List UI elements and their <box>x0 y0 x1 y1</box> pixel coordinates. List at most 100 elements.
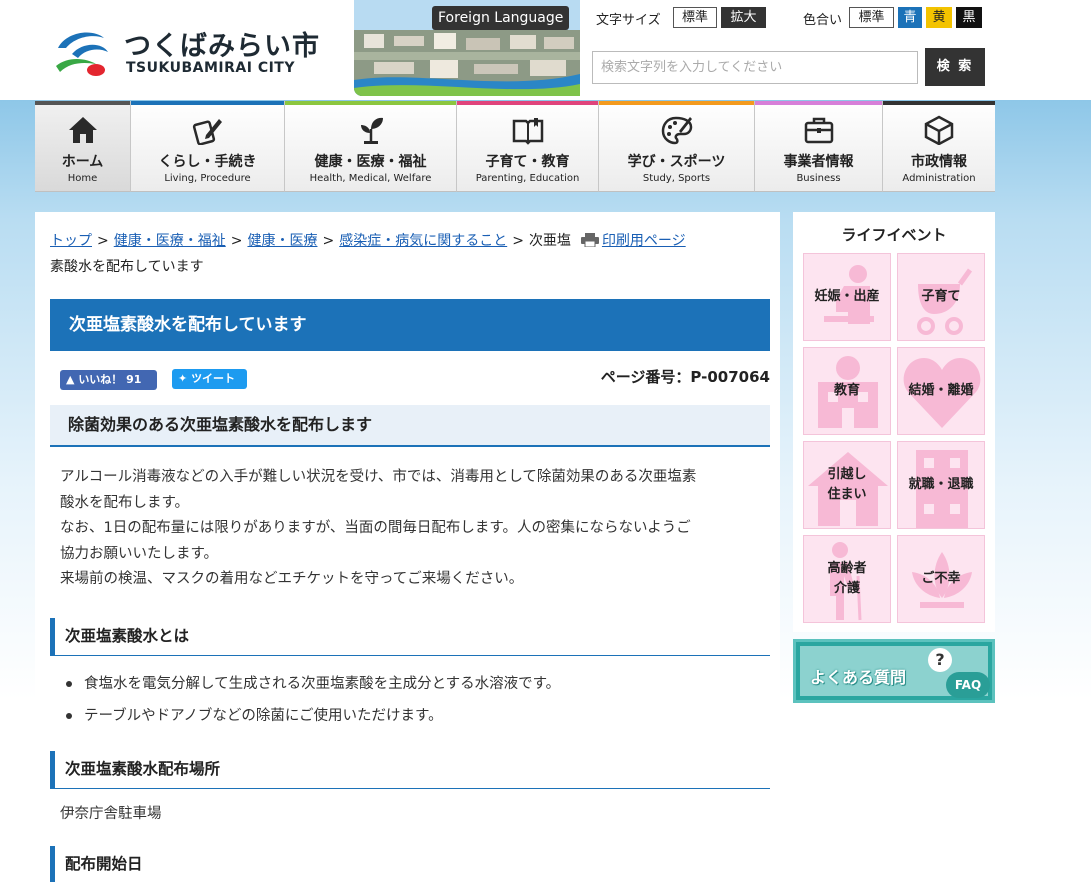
nav-home[interactable]: ホーム Home <box>35 101 131 192</box>
nav-color-bar <box>883 101 995 105</box>
page-title: 次亜塩素酸水を配布しています <box>50 299 770 351</box>
search-input[interactable]: 検索文字列を入力してください <box>592 51 918 84</box>
nav-label-en: Study, Sports <box>642 173 711 184</box>
like-label: いいね！ 91 <box>78 373 142 386</box>
color-standard-button[interactable]: 標準 <box>849 7 894 28</box>
breadcrumb-link-medical[interactable]: 健康・医療 <box>247 233 317 249</box>
paragraph-line: なお、1日の配布量には限りがありますが、当面の間毎日配布します。人の密集にならな… <box>60 520 691 536</box>
breadcrumb-link-infection[interactable]: 感染症・病気に関すること <box>339 233 507 249</box>
nav-color-bar <box>457 101 598 105</box>
breadcrumb-link-health[interactable]: 健康・医療・福祉 <box>114 233 226 249</box>
distribution-place: 伊奈庁舎駐車場 <box>60 806 162 822</box>
nav-study-sports[interactable]: 学び・スポーツ Study, Sports <box>599 101 755 192</box>
intro-paragraph: アルコール消毒液などの入手が難しい状況を受け、市では、消毒用として除菌効果のある… <box>60 465 775 593</box>
site-header: つくばみらい市 TSUKUBAMIRAI CITY Foreign Langua… <box>0 0 1091 100</box>
life-event-label: 就職・退職 <box>908 477 974 492</box>
life-event-marriage[interactable]: 結婚・離婚 <box>897 347 985 435</box>
twitter-bird-icon: ✦ <box>178 372 188 385</box>
page-number: ページ番号：P-007064 <box>600 368 770 386</box>
color-scheme-label: 色合い <box>803 13 843 28</box>
paragraph-line: アルコール消毒液などの入手が難しい状況を受け、市では、消毒用として除菌効果のある… <box>60 469 697 485</box>
life-event-bereavement[interactable]: ご不幸 <box>897 535 985 623</box>
life-event-pregnancy[interactable]: 妊娠・出産 <box>803 253 891 341</box>
briefcase-icon <box>804 117 833 144</box>
breadcrumb-separator: > <box>512 233 524 249</box>
paragraph-line: 来場前の検温、マスクの着用などエチケットを守ってご来場ください。 <box>60 571 524 587</box>
life-events-sidebar: ライフイベント 妊娠・出産 子育て 教育 結婚・離婚 引越し 住まい 就職・退職… <box>793 212 995 632</box>
thumbs-up-icon: ▲ <box>66 373 75 386</box>
nav-label-jp: 市政情報 <box>911 154 967 170</box>
life-event-label: ご不幸 <box>921 571 961 586</box>
tweet-label: ツイート <box>191 372 236 385</box>
nav-color-bar <box>285 101 456 105</box>
nav-label-en: Health, Medical, Welfare <box>309 173 432 184</box>
list-item: テーブルやドアノブなどの除菌にご使用いただけます。 <box>60 701 770 733</box>
life-event-moving[interactable]: 引越し 住まい <box>803 441 891 529</box>
nav-business[interactable]: 事業者情報 Business <box>755 101 883 192</box>
faq-banner-inner: よくある質問 ? FAQ <box>800 646 990 698</box>
life-event-employment[interactable]: 就職・退職 <box>897 441 985 529</box>
life-event-education[interactable]: 教育 <box>803 347 891 435</box>
section-heading-what: 次亜塩素酸水とは <box>50 618 770 656</box>
nav-color-bar <box>131 101 284 105</box>
nav-administration[interactable]: 市政情報 Administration <box>883 101 995 192</box>
life-event-label: 引越し 住まい <box>827 467 867 502</box>
city-logo-mark-icon <box>56 32 108 76</box>
breadcrumb-separator: > <box>230 233 243 249</box>
section-heading-start-date: 配布開始日 <box>50 846 770 882</box>
logo-text-en: TSUKUBAMIRAI CITY <box>126 60 295 76</box>
facebook-like-button[interactable]: ▲ いいね！ 91 <box>60 370 157 390</box>
color-yellow-button[interactable]: 黄 <box>926 7 952 28</box>
nav-living-procedure[interactable]: くらし・手続き Living, Procedure <box>131 101 285 192</box>
nav-label-en: Living, Procedure <box>164 173 251 184</box>
life-event-childcare[interactable]: 子育て <box>897 253 985 341</box>
tweet-button[interactable]: ✦ ツイート <box>172 369 247 389</box>
cube-icon <box>924 115 954 145</box>
nav-label-jp: くらし・手続き <box>158 154 257 170</box>
global-nav: ホーム Home くらし・手続き Living, Procedure 健康・医療… <box>35 101 995 192</box>
life-event-label: 子育て <box>921 289 961 304</box>
breadcrumb-separator: > <box>97 233 109 249</box>
list-item: 食塩水を電気分解して生成される次亜塩素酸を主成分とする水溶液です。 <box>60 669 770 701</box>
foreign-language-button[interactable]: Foreign Language <box>432 6 570 30</box>
section-heading-main: 除菌効果のある次亜塩素酸水を配布します <box>50 405 770 447</box>
sidebar-title: ライフイベント <box>841 226 947 244</box>
house-icon <box>68 117 97 143</box>
paragraph-line: 協力お願いいたします。 <box>60 545 219 562</box>
nav-color-bar <box>755 101 882 105</box>
nav-color-bar <box>599 101 754 105</box>
color-blue-button[interactable]: 青 <box>898 7 922 28</box>
life-event-label: 高齢者 介護 <box>827 561 867 596</box>
font-size-standard-button[interactable]: 標準 <box>673 7 717 28</box>
print-page-link[interactable]: 印刷用ページ <box>602 233 686 249</box>
faq-banner-link[interactable]: よくある質問 ? FAQ <box>793 639 995 703</box>
section-heading-place: 次亜塩素酸水配布場所 <box>50 751 770 789</box>
pen-paper-icon <box>192 119 222 145</box>
feature-list: 食塩水を電気分解して生成される次亜塩素酸を主成分とする水溶液です。 テーブルやド… <box>60 669 770 733</box>
nav-label-en: Home <box>67 173 98 184</box>
nav-label-jp: 健康・医療・福祉 <box>314 154 427 170</box>
life-event-elderly-care[interactable]: 高齢者 介護 <box>803 535 891 623</box>
site-logo[interactable]: つくばみらい市 TSUKUBAMIRAI CITY <box>52 22 319 84</box>
sprout-icon <box>360 117 383 144</box>
breadcrumb-link-top[interactable]: トップ <box>50 233 92 249</box>
font-size-large-button[interactable]: 拡大 <box>721 7 766 28</box>
nav-label-jp: 子育て・教育 <box>485 154 570 170</box>
nav-parenting-education[interactable]: 子育て・教育 Parenting, Education <box>457 101 599 192</box>
paragraph-line: 酸水を配布します。 <box>60 494 190 511</box>
life-event-label: 結婚・離婚 <box>908 383 974 398</box>
color-black-button[interactable]: 黒 <box>956 7 982 28</box>
nav-label-en: Administration <box>902 173 976 184</box>
nav-health-medical-welfare[interactable]: 健康・医療・福祉 Health, Medical, Welfare <box>285 101 457 192</box>
palette-icon <box>661 116 692 145</box>
life-event-label: 教育 <box>833 383 860 398</box>
breadcrumb-current: 次亜塩 <box>528 233 571 249</box>
nav-label-jp: ホーム <box>61 154 104 170</box>
font-size-label: 文字サイズ <box>596 13 661 28</box>
faq-text: よくある質問 <box>810 668 907 687</box>
faq-bubble-icon: FAQ <box>946 672 990 698</box>
search-button[interactable]: 検 索 <box>925 48 985 86</box>
nav-label-jp: 事業者情報 <box>783 154 854 170</box>
logo-text-jp: つくばみらい市 <box>124 31 320 62</box>
nav-color-bar <box>35 101 130 105</box>
